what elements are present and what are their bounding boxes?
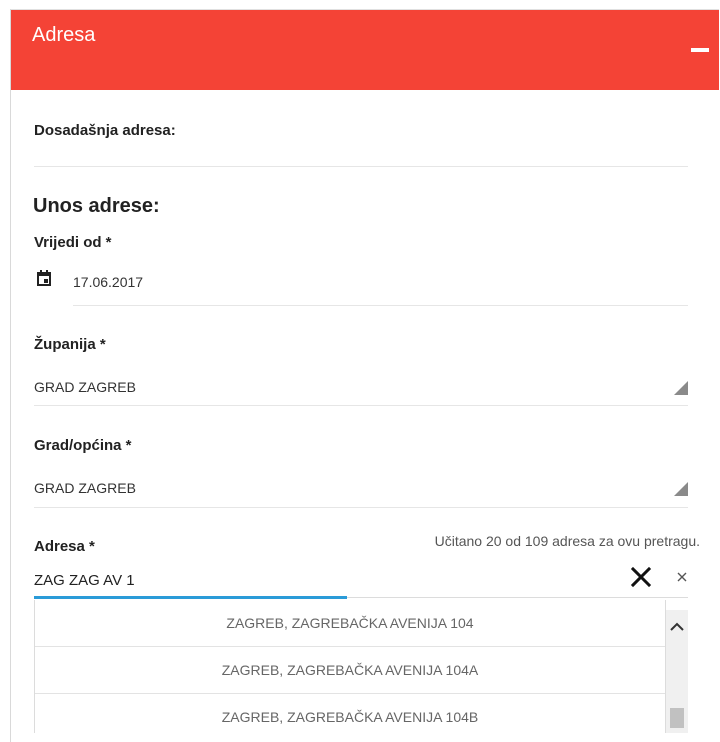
scrollbar-thumb[interactable] (670, 708, 684, 728)
panel-title: Adresa (32, 24, 96, 46)
address-search-input[interactable] (34, 566, 614, 594)
valid-from-input[interactable]: 17.06.2017 (73, 274, 143, 290)
county-select[interactable]: GRAD ZAGREB (34, 379, 136, 395)
clear-search-icon[interactable] (630, 566, 652, 588)
valid-from-label: Vrijedi od * (34, 234, 112, 251)
previous-address-label: Dosadašnja adresa: (34, 122, 176, 139)
panel-header: Adresa (11, 9, 719, 90)
suggestion-item[interactable]: ZAGREB, ZAGREBAČKA AVENIJA 104A (35, 647, 665, 694)
city-select[interactable]: GRAD ZAGREB (34, 480, 136, 496)
calendar-icon[interactable] (37, 270, 51, 286)
address-suggestions-list: ZAGREB, ZAGREBAČKA AVENIJA 104 ZAGREB, Z… (34, 600, 666, 733)
city-label: Grad/općina * (34, 437, 132, 454)
suggestions-scrollbar[interactable] (666, 610, 688, 733)
county-label: Županija * (34, 336, 106, 353)
address-label: Adresa * (34, 538, 95, 555)
county-underline (34, 405, 688, 406)
city-dropdown-arrow-icon[interactable] (674, 482, 688, 496)
suggestion-item[interactable]: ZAGREB, ZAGREBAČKA AVENIJA 104B (35, 694, 665, 733)
close-icon[interactable] (677, 572, 687, 582)
suggestion-item[interactable]: ZAGREB, ZAGREBAČKA AVENIJA 104 (35, 600, 665, 647)
collapse-button[interactable] (691, 48, 709, 52)
search-results-hint: Učitano 20 od 109 adresa za ovu pretragu… (434, 533, 700, 549)
valid-from-underline (73, 305, 688, 306)
address-input-focus-bar (34, 596, 347, 599)
county-dropdown-arrow-icon[interactable] (674, 381, 688, 395)
entry-section-title: Unos adrese: (33, 195, 160, 217)
chevron-up-icon[interactable] (670, 622, 684, 632)
city-underline (34, 507, 688, 508)
divider (34, 166, 688, 167)
